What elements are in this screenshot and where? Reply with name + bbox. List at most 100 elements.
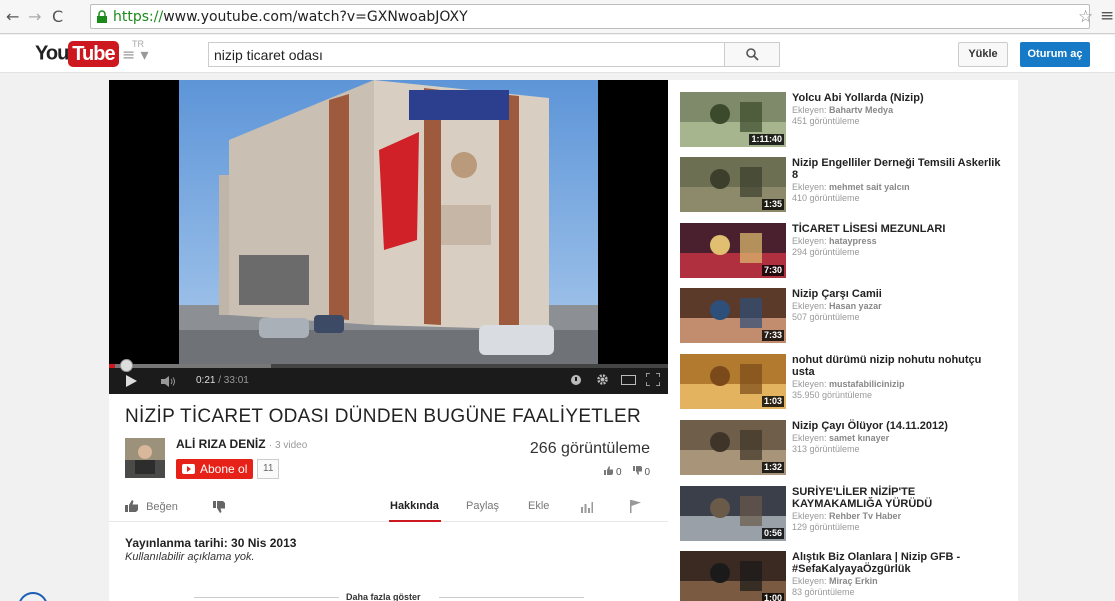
related-video-item[interactable]: 1:03 nohut dürümü nizip nohutu nohutçu us…: [680, 354, 1010, 414]
back-arrow-icon[interactable]: ←: [6, 7, 19, 26]
related-video-item[interactable]: 7:30 TİCARET LİSESİ MEZUNLARI Ekleyen: hat…: [680, 223, 1010, 283]
guide-menu-icon[interactable]: ≡ ▾: [122, 45, 149, 64]
video-player[interactable]: 0:21 / 33:01: [109, 80, 668, 394]
fullscreen-icon[interactable]: [646, 373, 660, 386]
related-video-views: 410 görüntüleme: [792, 193, 860, 203]
related-video-title[interactable]: TİCARET LİSESİ MEZUNLARI: [792, 223, 1002, 235]
browser-menu-icon[interactable]: ≡: [1100, 6, 1114, 26]
related-video-item[interactable]: 0:56 SURİYE'LİLER NİZİP'TE KAYMAKAMLIĞA Y…: [680, 486, 1010, 546]
related-video-title[interactable]: Nizip Engelliler Derneği Temsili Askerli…: [792, 157, 1002, 181]
related-video-title[interactable]: Nizip Çayı Ölüyor (14.11.2012): [792, 420, 1002, 432]
video-duration: 1:35: [761, 199, 784, 210]
like-dislike-counts: 0 0: [604, 466, 650, 478]
channel-video-count: · 3 video: [268, 440, 308, 451]
url-text: https://www.youtube.com/watch?v=GXNwoabJ…: [113, 9, 468, 25]
related-video-views: 83 görüntüleme: [792, 587, 855, 597]
sign-in-button[interactable]: Oturum aç: [1020, 42, 1090, 67]
video-thumbnail[interactable]: 0:56: [680, 486, 786, 541]
search-icon: [746, 48, 759, 61]
related-video-title[interactable]: nohut dürümü nizip nohutu nohutçu usta: [792, 354, 1002, 378]
youtube-logo[interactable]: You Tube TR: [35, 39, 144, 67]
related-video-uploader: Ekleyen: Miraç Erkin: [792, 576, 878, 586]
video-duration: 0:56: [761, 528, 784, 539]
play-icon[interactable]: [126, 375, 137, 387]
related-video-uploader: Ekleyen: Hasan yazar: [792, 301, 882, 311]
description: Kullanılabilir açıklama yok.: [125, 551, 255, 563]
progress-bar[interactable]: [109, 359, 668, 372]
bookmark-star-icon[interactable]: ☆: [1078, 7, 1093, 27]
related-video-item[interactable]: 1:35 Nizip Engelliler Derneği Temsili Ask…: [680, 157, 1010, 217]
related-videos-sidebar: 1:11:40 Yolcu Abi Yollarda (Nizip) Ekleyen…: [668, 80, 1018, 601]
dislike-button[interactable]: [213, 501, 225, 513]
publish-date: Yayınlanma tarihi: 30 Nis 2013: [125, 536, 297, 550]
related-video-title[interactable]: SURİYE'LİLER NİZİP'TE KAYMAKAMLIĞA YÜRÜD…: [792, 486, 1002, 510]
video-frame[interactable]: [179, 80, 598, 365]
related-video-title[interactable]: Yolcu Abi Yollarda (Nizip): [792, 92, 1002, 104]
related-video-views: 294 görüntüleme: [792, 247, 860, 257]
scrubber-handle[interactable]: [120, 359, 134, 372]
video-thumbnail[interactable]: 1:11:40: [680, 92, 786, 147]
search-button[interactable]: [724, 42, 780, 67]
related-video-item[interactable]: 1:11:40 Yolcu Abi Yollarda (Nizip) Ekleyen…: [680, 92, 1010, 152]
related-video-uploader: Ekleyen: mehmet sait yalcın: [792, 182, 910, 192]
video-duration: 1:03: [761, 396, 784, 407]
volume-icon[interactable]: [161, 376, 177, 387]
video-thumbnail[interactable]: 1:03: [680, 354, 786, 409]
help-circle-icon[interactable]: [18, 592, 48, 601]
video-title: NİZİP TİCARET ODASI DÜNDEN BUGÜNE FAALİY…: [125, 406, 642, 427]
thumbs-up-icon: [125, 500, 138, 512]
statistics-icon[interactable]: [581, 502, 593, 513]
related-video-uploader: Ekleyen: Rehber Tv Haber: [792, 511, 902, 521]
forward-arrow-icon[interactable]: →: [28, 7, 41, 26]
subscriber-count: 11: [257, 459, 280, 479]
related-video-item[interactable]: 1:32 Nizip Çayı Ölüyor (14.11.2012) Ekleye…: [680, 420, 1010, 480]
search-box[interactable]: [208, 42, 725, 67]
video-info-card: NİZİP TİCARET ODASI DÜNDEN BUGÜNE FAALİY…: [109, 394, 668, 601]
related-video-title[interactable]: Nizip Çarşı Camii: [792, 288, 1002, 300]
related-video-uploader: Ekleyen: Bahartv Medya: [792, 105, 894, 115]
subscribe-button[interactable]: Abone ol: [176, 459, 254, 479]
address-bar[interactable]: https://www.youtube.com/watch?v=GXNwoabJ…: [90, 4, 1090, 29]
channel-avatar[interactable]: [125, 438, 165, 478]
video-thumbnail[interactable]: 7:33: [680, 288, 786, 343]
video-thumbnail[interactable]: 1:32: [680, 420, 786, 475]
like-button[interactable]: Beğen: [125, 500, 178, 513]
search-input[interactable]: [209, 43, 724, 66]
theater-mode-icon[interactable]: [621, 375, 636, 385]
video-thumbnail[interactable]: 1:00: [680, 551, 786, 601]
annotation-icon[interactable]: [571, 375, 581, 385]
buffered-bar: [109, 364, 272, 368]
related-video-views: 129 görüntüleme: [792, 522, 860, 532]
tab-add-to[interactable]: Ekle: [528, 500, 549, 512]
video-duration: 1:11:40: [749, 134, 784, 145]
played-bar: [109, 364, 116, 368]
browser-toolbar: ← → C https://www.youtube.com/watch?v=GX…: [0, 0, 1115, 34]
related-video-uploader: Ekleyen: mustafabilicinizip: [792, 379, 905, 389]
divider: [194, 597, 339, 598]
related-video-views: 35.950 görüntüleme: [792, 390, 873, 400]
player-controls: 0:21 / 33:01: [109, 359, 668, 394]
related-video-item[interactable]: 1:00 Alıştık Biz Olanlara | Nizip GFB - #…: [680, 551, 1010, 601]
dislike-count: 0: [644, 467, 650, 478]
lock-icon: [97, 10, 107, 23]
video-still-image: [179, 80, 598, 365]
thumbs-down-icon: [632, 466, 642, 475]
related-video-views: 507 görüntüleme: [792, 312, 860, 322]
tab-about[interactable]: Hakkında: [390, 500, 439, 512]
related-video-views: 313 görüntüleme: [792, 444, 860, 454]
video-duration: 1:32: [761, 462, 784, 473]
channel-name[interactable]: ALİ RIZA DENİZ · 3 video: [176, 437, 307, 451]
action-bar: Beğen Hakkında Paylaş Ekle: [109, 494, 668, 522]
tab-share[interactable]: Paylaş: [466, 500, 499, 512]
video-thumbnail[interactable]: 1:35: [680, 157, 786, 212]
reload-icon[interactable]: C: [52, 7, 63, 26]
related-video-title[interactable]: Alıştık Biz Olanlara | Nizip GFB - #Sefa…: [792, 551, 1002, 575]
settings-gear-icon[interactable]: [596, 373, 609, 386]
show-more-button[interactable]: Daha fazla göster: [346, 592, 421, 601]
report-flag-icon[interactable]: [630, 500, 641, 513]
divider: [439, 597, 584, 598]
upload-button[interactable]: Yükle: [958, 42, 1008, 67]
related-video-item[interactable]: 7:33 Nizip Çarşı Camii Ekleyen: Hasan yaza…: [680, 288, 1010, 348]
video-thumbnail[interactable]: 7:30: [680, 223, 786, 278]
thumbs-up-icon: [604, 466, 614, 475]
